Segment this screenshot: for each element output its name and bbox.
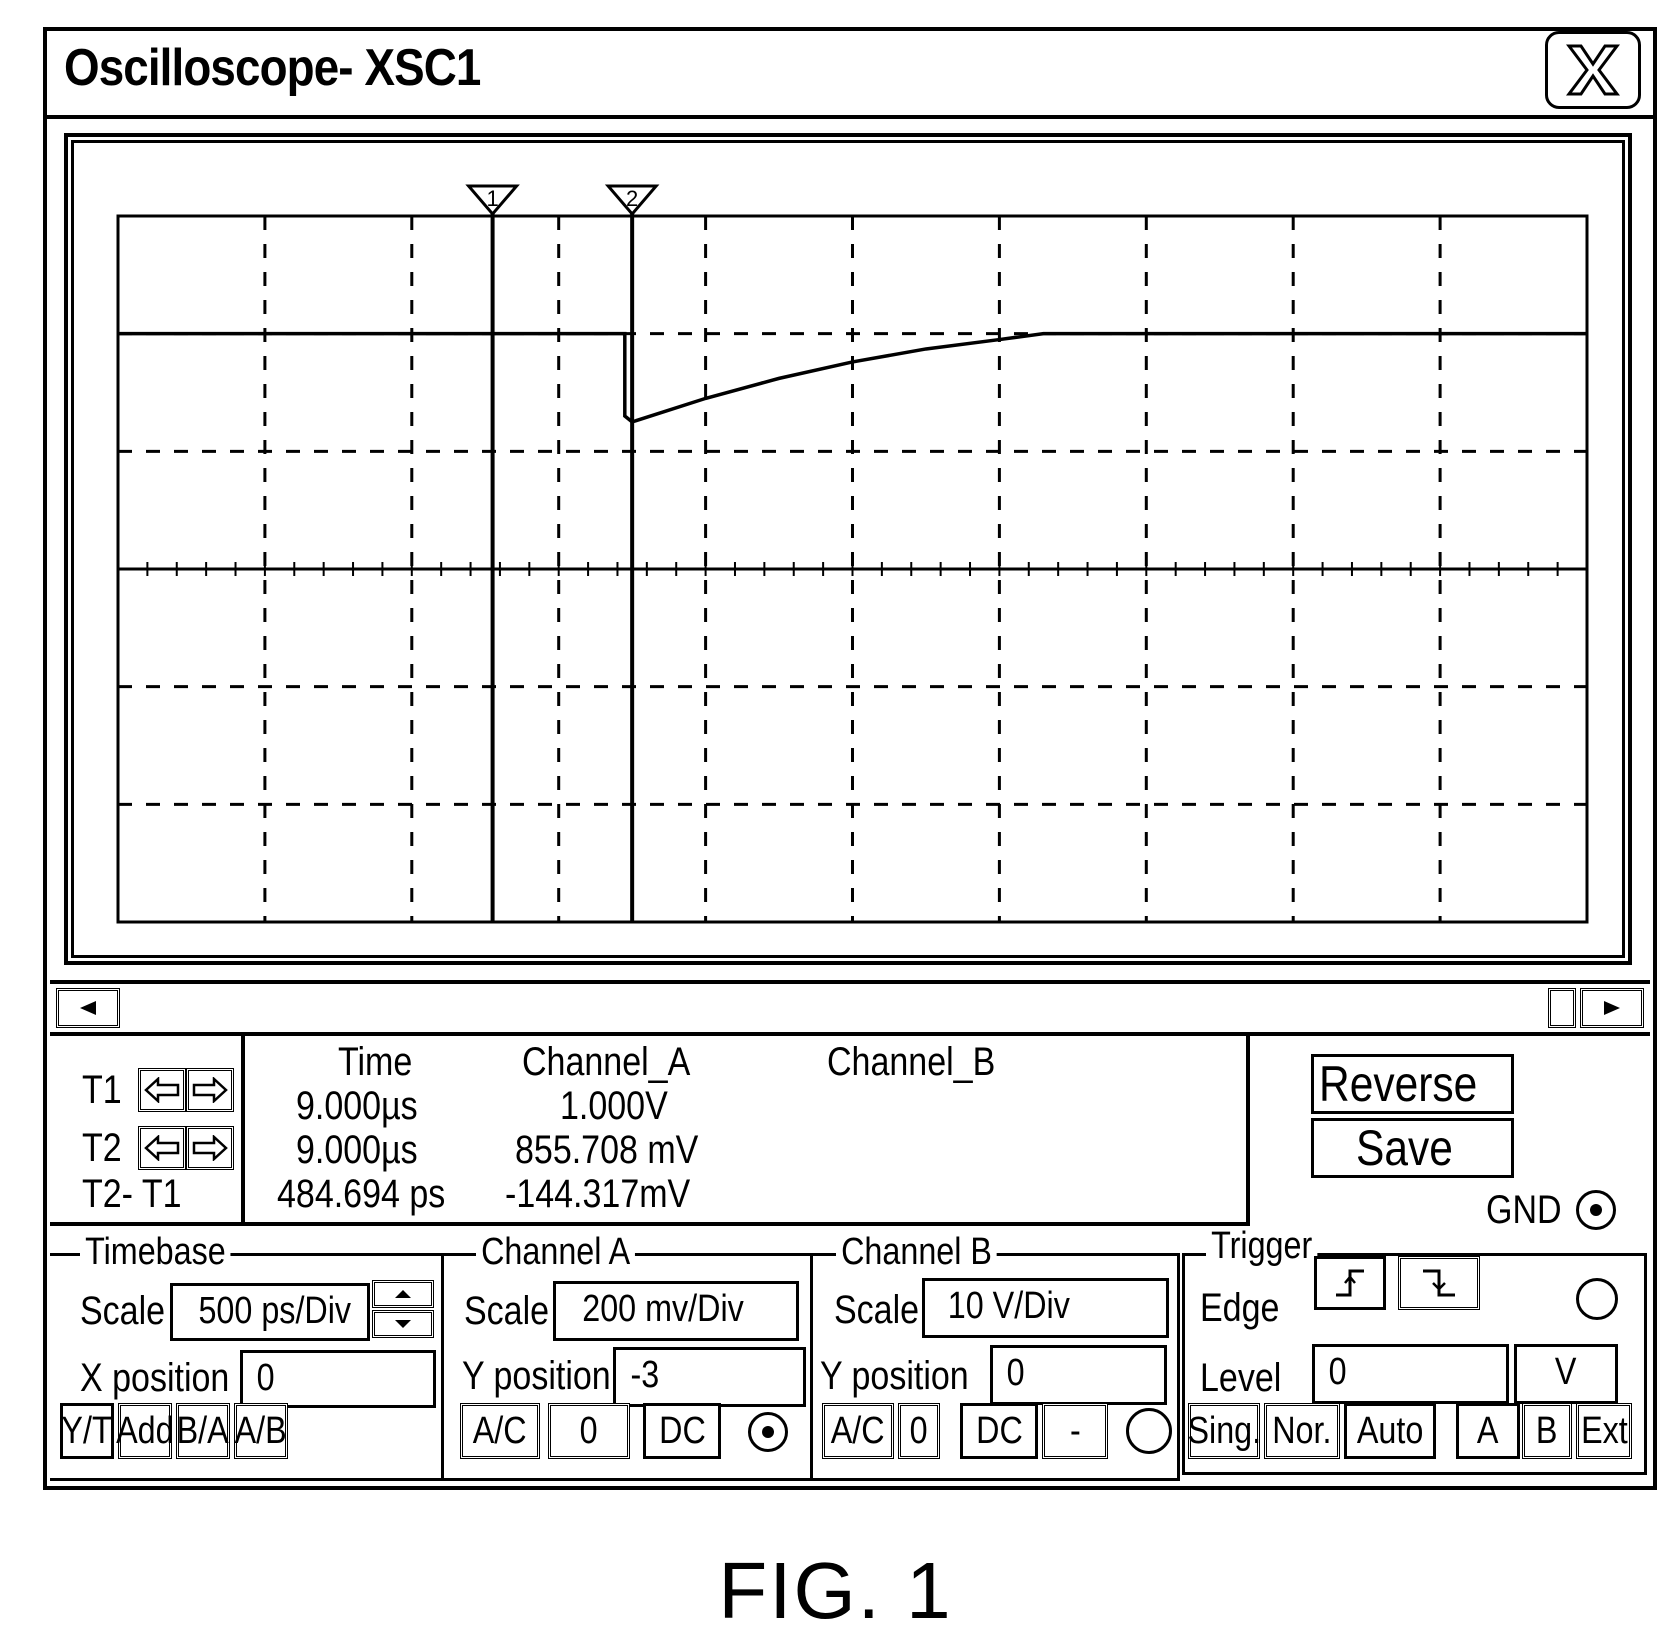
- auto-trigger-button[interactable]: Auto: [1344, 1403, 1436, 1459]
- channel-b-ac-button[interactable]: A/C: [822, 1403, 894, 1459]
- a-over-b-button[interactable]: A/B: [234, 1403, 288, 1459]
- timebase-scale-field[interactable]: 500 ps/Div: [170, 1283, 370, 1341]
- channel-b-dc-button[interactable]: DC: [960, 1403, 1038, 1459]
- channel-a-dc-button[interactable]: DC: [643, 1403, 721, 1459]
- trigger-level-unit[interactable]: V: [1514, 1344, 1618, 1404]
- gnd-terminal-dot: [1590, 1204, 1602, 1216]
- channel-a-scale-field[interactable]: 200 mv/Div: [553, 1281, 799, 1341]
- arrow-down-icon: [395, 1320, 411, 1328]
- trigger-legend: Trigger: [1206, 1226, 1318, 1266]
- t2-channel-a: 855.708 mV: [515, 1128, 699, 1172]
- header-channel-b: Channel_B: [827, 1040, 996, 1084]
- scroll-thumb[interactable]: [1548, 988, 1576, 1028]
- trigger-edge-label: Edge: [1200, 1286, 1280, 1330]
- x-position-label: X position: [80, 1356, 230, 1400]
- t1-right-button[interactable]: [186, 1068, 234, 1112]
- channel-a-scale-label: Scale: [464, 1289, 550, 1333]
- channel-a-ac-button[interactable]: A/C: [460, 1403, 540, 1459]
- arrow-right-icon: [192, 1077, 228, 1103]
- figure-caption: FIG. 1: [718, 1546, 953, 1635]
- cursor-1-label: 1: [486, 186, 498, 211]
- timebase-scale-up-button[interactable]: [372, 1280, 434, 1308]
- channel-b-terminal[interactable]: [1126, 1408, 1172, 1454]
- channel-a-y-position-field[interactable]: -3: [613, 1347, 806, 1407]
- rising-edge-button[interactable]: [1314, 1256, 1386, 1310]
- trigger-ext-terminal[interactable]: [1576, 1278, 1618, 1320]
- scope-plot: 12: [116, 184, 1589, 924]
- t1-label: T1: [82, 1068, 122, 1112]
- t1-time: 9.000µs: [296, 1084, 418, 1128]
- arrow-left-icon: [144, 1077, 180, 1103]
- timebase-scale-label: Scale: [80, 1289, 166, 1333]
- timebase-legend: Timebase: [80, 1232, 231, 1272]
- cursor-2-label: 2: [626, 186, 638, 211]
- scroll-right-button[interactable]: [1580, 988, 1644, 1028]
- t2-t1-time: 484.694 ps: [277, 1172, 446, 1216]
- scroll-right-icon: [1604, 1001, 1620, 1015]
- gnd-terminal[interactable]: [1576, 1190, 1616, 1230]
- x-position-field[interactable]: 0: [240, 1350, 436, 1408]
- trigger-level-label: Level: [1200, 1356, 1282, 1400]
- timebase-scale-down-button[interactable]: [372, 1310, 434, 1338]
- channel-b-legend: Channel B: [836, 1232, 998, 1272]
- trace-channel-a: [118, 331, 1587, 424]
- horizontal-scrollbar[interactable]: [50, 980, 1650, 1036]
- reverse-button[interactable]: Reverse: [1311, 1054, 1514, 1114]
- trigger-source-a-button[interactable]: A: [1456, 1403, 1520, 1459]
- single-trigger-button[interactable]: Sing.: [1187, 1403, 1261, 1459]
- t2-left-button[interactable]: [138, 1126, 186, 1170]
- t2-label: T2: [82, 1126, 122, 1170]
- scroll-left-button[interactable]: [56, 988, 120, 1028]
- arrow-left-icon: [144, 1135, 180, 1161]
- t2-time: 9.000µs: [296, 1128, 418, 1172]
- scroll-left-icon: [80, 1001, 96, 1015]
- t2-t1-channel-a: -144.317mV: [505, 1172, 691, 1216]
- falling-edge-icon: [1423, 1269, 1455, 1297]
- trigger-source-b-button[interactable]: B: [1522, 1403, 1572, 1459]
- channel-b-y-position-label: Y position: [820, 1354, 969, 1398]
- channel-b-scale-label: Scale: [834, 1288, 920, 1332]
- channel-b-zero-button[interactable]: 0: [898, 1403, 940, 1459]
- arrow-up-icon: [395, 1290, 411, 1298]
- arrow-right-icon: [192, 1135, 228, 1161]
- channel-a-zero-button[interactable]: 0: [548, 1403, 630, 1459]
- channel-a-terminal-dot: [762, 1426, 774, 1438]
- t1-channel-a: 1.000V: [560, 1084, 668, 1128]
- b-over-a-button[interactable]: B/A: [176, 1403, 230, 1459]
- header-time: Time: [338, 1040, 413, 1084]
- falling-edge-button[interactable]: [1398, 1256, 1480, 1310]
- channel-a-y-position-label: Y position: [462, 1354, 611, 1398]
- yt-button[interactable]: Y/T: [60, 1403, 114, 1459]
- channel-a-terminal[interactable]: [748, 1412, 788, 1452]
- channel-b-y-position-field[interactable]: 0: [990, 1345, 1167, 1405]
- save-button[interactable]: Save: [1311, 1118, 1514, 1178]
- header-channel-a: Channel_A: [522, 1040, 691, 1084]
- t1-left-button[interactable]: [138, 1068, 186, 1112]
- normal-trigger-button[interactable]: Nor.: [1264, 1403, 1340, 1459]
- rising-edge-icon: [1336, 1269, 1364, 1297]
- gnd-label: GND: [1486, 1188, 1562, 1232]
- channel-b-minus-button[interactable]: -: [1042, 1403, 1108, 1459]
- add-button[interactable]: Add: [116, 1403, 174, 1459]
- t2-t1-label: T2- T1: [82, 1172, 182, 1216]
- trigger-level-field[interactable]: 0: [1312, 1344, 1509, 1404]
- trigger-source-ext-button[interactable]: Ext: [1576, 1403, 1632, 1459]
- t2-right-button[interactable]: [186, 1126, 234, 1170]
- channel-a-legend: Channel A: [476, 1232, 636, 1272]
- channel-b-scale-field[interactable]: 10 V/Div: [922, 1278, 1169, 1338]
